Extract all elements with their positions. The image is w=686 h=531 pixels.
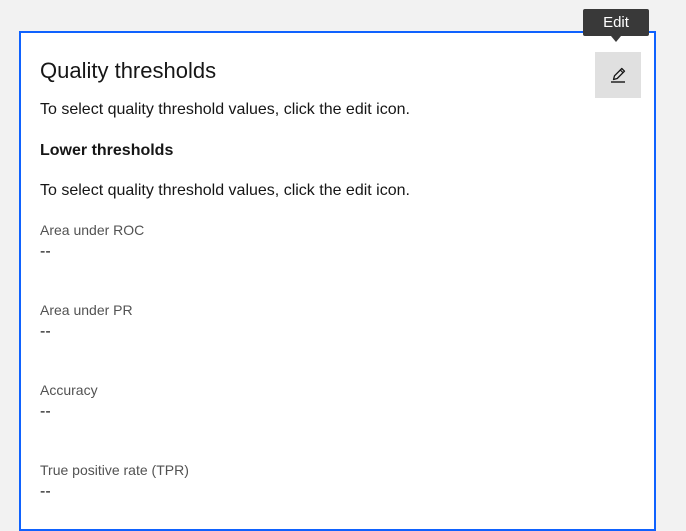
lower-thresholds-heading: Lower thresholds	[40, 142, 174, 159]
metric-value: --	[40, 403, 51, 420]
lower-thresholds-instruction: To select quality threshold values, clic…	[40, 182, 410, 199]
metric-label: Accuracy	[40, 382, 98, 398]
edit-tooltip: Edit	[583, 9, 649, 36]
quality-thresholds-panel: Quality thresholds To select quality thr…	[19, 31, 656, 531]
tooltip-caret	[611, 36, 621, 42]
metric-label: Area under PR	[40, 302, 133, 318]
metric-accuracy: Accuracy --	[40, 381, 98, 422]
panel-title: Quality thresholds	[40, 58, 217, 83]
metric-area-under-pr: Area under PR --	[40, 301, 133, 342]
metric-value: --	[40, 483, 51, 500]
edit-pencil-icon	[611, 67, 626, 83]
metric-label: True positive rate (TPR)	[40, 462, 189, 478]
metric-value: --	[40, 323, 51, 340]
metric-label: Area under ROC	[40, 222, 145, 238]
metric-area-under-roc: Area under ROC --	[40, 221, 144, 262]
metric-true-positive-rate: True positive rate (TPR) --	[40, 461, 189, 502]
edit-button[interactable]	[595, 52, 641, 98]
panel-instruction: To select quality threshold values, clic…	[40, 101, 410, 118]
metric-value: --	[40, 243, 51, 260]
